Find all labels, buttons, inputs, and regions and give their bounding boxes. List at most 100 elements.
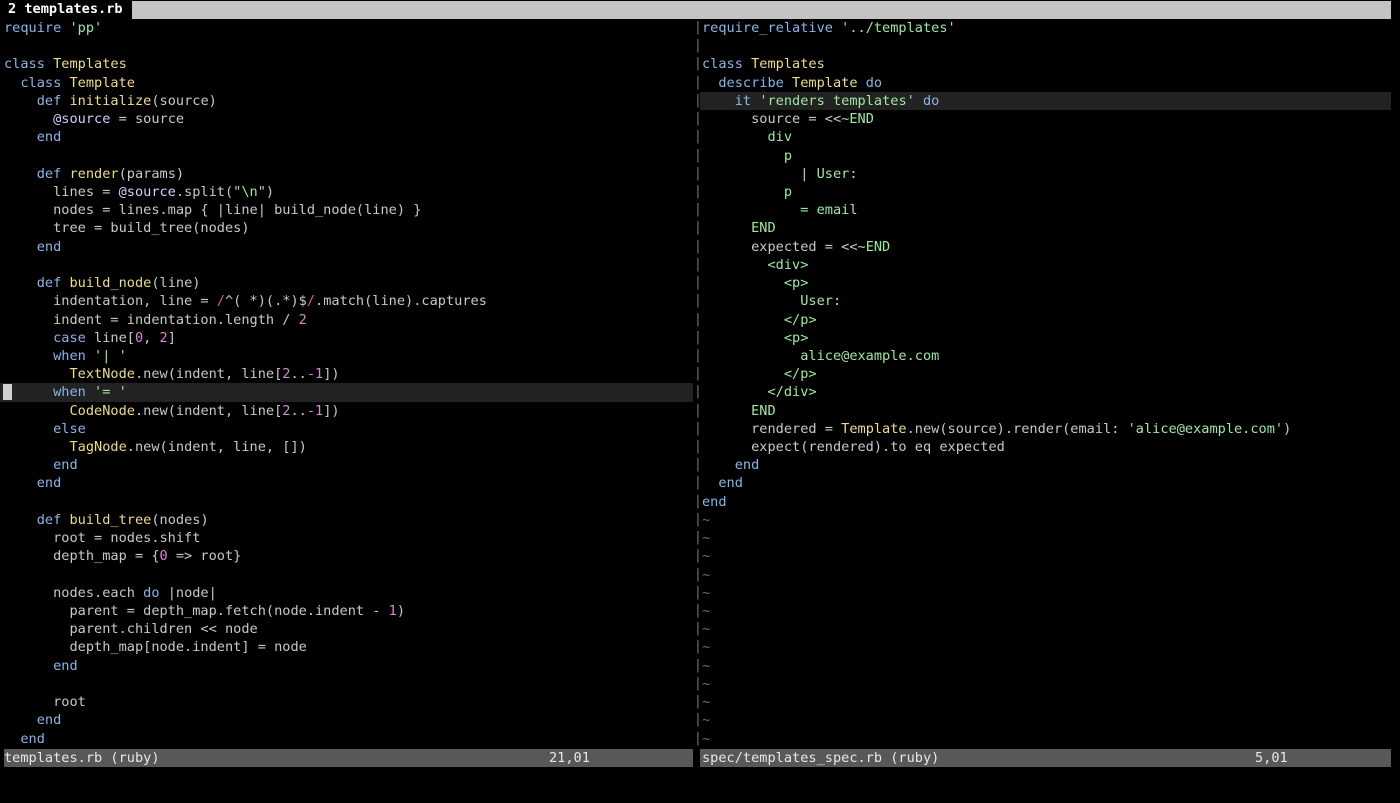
code-line[interactable]: parent = depth_map.fetch(node.indent - 1… [0,602,693,620]
code-line[interactable]: ~ [700,511,1391,529]
code-token: , [143,329,160,346]
code-token: ~ [702,530,711,547]
code-line[interactable]: ~ [700,566,1391,584]
code-token: ~ [702,730,711,747]
code-line[interactable]: end [700,456,1391,474]
code-line[interactable]: p [700,183,1391,201]
code-line[interactable]: root = nodes.shift [0,529,693,547]
tab-active[interactable]: 2 templates.rb [4,0,127,19]
code-line[interactable]: end [700,493,1391,511]
code-token: (params) [118,165,185,182]
code-line[interactable]: end [700,474,1391,492]
code-line[interactable]: ~ [700,675,1391,693]
code-token: build_tree [69,511,152,528]
code-line[interactable]: lines = @source.split("\n") [0,183,693,201]
code-line[interactable]: require 'pp' [0,19,693,37]
code-line[interactable]: </p> [700,311,1391,329]
code-line[interactable]: class Template [0,74,693,92]
code-line[interactable]: indent = indentation.length / 2 [0,311,693,329]
code-line[interactable]: def build_node(line) [0,274,693,292]
code-line[interactable]: | User: [700,165,1391,183]
code-line[interactable]: end [0,657,693,675]
code-line[interactable]: expected = <<~END [700,238,1391,256]
code-line[interactable] [0,493,693,511]
code-line[interactable]: when '| ' [0,347,693,365]
code-line[interactable]: def render(params) [0,165,693,183]
code-line[interactable]: depth_map[node.indent] = node [0,638,693,656]
code-line[interactable]: ~ [700,711,1391,729]
code-token: ~ [702,603,711,619]
code-line[interactable]: tree = build_tree(nodes) [0,219,693,237]
code-line[interactable]: end [0,456,693,474]
code-line[interactable] [0,37,693,55]
code-line[interactable]: end [0,128,693,146]
code-line[interactable]: <p> [700,274,1391,292]
code-line[interactable]: ~ [700,638,1391,656]
code-line[interactable]: depth_map = {0 => root} [0,547,693,565]
code-line[interactable] [0,147,693,165]
code-line[interactable]: describe Template do [700,74,1391,92]
code-line[interactable]: ~ [700,584,1391,602]
code-line[interactable]: ~ [700,693,1391,711]
code-line[interactable]: root [0,693,693,711]
code-line[interactable]: </p> [700,365,1391,383]
editor-pane-left[interactable]: require 'pp' class Templates class Templa… [0,19,693,749]
code-line[interactable]: expect(rendered).to eq expected [700,438,1391,456]
code-line[interactable]: ~ [700,602,1391,620]
code-line[interactable]: ~ [700,529,1391,547]
code-line[interactable] [700,37,1391,55]
code-token: alice@example.com [702,347,940,364]
code-token: | User: [702,165,858,182]
code-line[interactable]: END [700,219,1391,237]
code-line[interactable]: div [700,128,1391,146]
code-line-current[interactable]: when '= ' [0,383,693,402]
code-line[interactable]: end [0,711,693,729]
code-line[interactable]: nodes = lines.map { |line| build_node(li… [0,201,693,219]
code-line[interactable]: end [0,474,693,492]
code-line[interactable]: nodes.each do |node| [0,584,693,602]
code-line[interactable]: def initialize(source) [0,92,693,110]
code-line[interactable]: TagNode.new(indent, line, []) [0,438,693,456]
code-line[interactable]: ~ [700,730,1391,748]
code-line[interactable]: def build_tree(nodes) [0,511,693,529]
code-line[interactable]: require_relative '../templates' [700,19,1391,37]
code-line[interactable] [0,675,693,693]
code-line[interactable]: = email [700,201,1391,219]
code-line[interactable]: class Templates [0,55,693,73]
code-line[interactable]: @source = source [0,110,693,128]
code-line[interactable]: User: [700,292,1391,310]
code-line[interactable]: ~ [700,657,1391,675]
code-line[interactable]: source = <<~END [700,110,1391,128]
code-token: </p> [702,366,817,383]
code-line[interactable]: alice@example.com [700,347,1391,365]
code-line[interactable]: CodeNode.new(indent, line[2..-1]) [0,402,693,420]
code-line[interactable]: ~ [700,620,1391,638]
code-line[interactable]: parent.children << node [0,620,693,638]
code-line[interactable]: rendered = Template.new(source).render(e… [700,420,1391,438]
code-token: do [923,92,940,109]
code-line[interactable]: indentation, line = /^( *)(.*)$/.match(l… [0,292,693,310]
code-line[interactable]: end [0,238,693,256]
code-line[interactable]: <div> [700,256,1391,274]
code-line-current[interactable]: it 'renders templates' do [700,91,1391,111]
code-token: require_relative [702,20,842,36]
code-line[interactable]: p [700,147,1391,165]
code-line[interactable]: else [0,420,693,438]
code-line[interactable]: case line[0, 2] [0,329,693,347]
code-line[interactable] [0,566,693,584]
code-line[interactable]: ~ [700,547,1391,565]
code-line[interactable]: </div> [700,383,1391,401]
code-line[interactable]: class Templates [700,55,1391,73]
code-line[interactable]: end [0,730,693,748]
code-line[interactable]: TextNode.new(indent, line[2..-1]) [0,365,693,383]
code-line[interactable]: <p> [700,329,1391,347]
code-line[interactable]: END [700,402,1391,420]
code-line[interactable] [0,256,693,274]
editor-pane-right[interactable]: require_relative '../templates' class Tem… [700,19,1391,749]
code-token: do [865,74,883,91]
